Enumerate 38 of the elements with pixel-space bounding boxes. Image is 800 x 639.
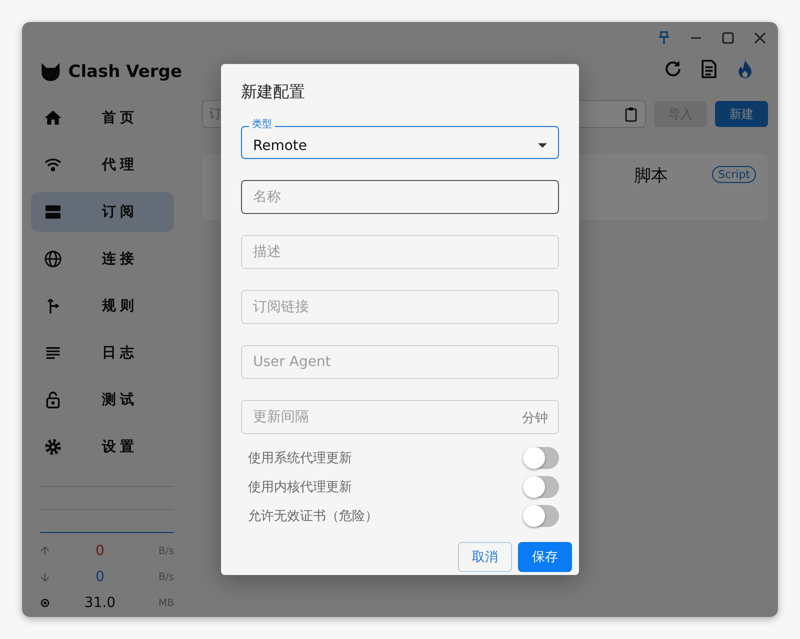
pin-icon[interactable] [656, 30, 672, 46]
save-button[interactable]: 保存 [518, 542, 572, 572]
toggle-switch[interactable] [523, 476, 559, 498]
memory-icon [40, 598, 50, 608]
dialog-title: 新建配置 [241, 82, 306, 103]
memory-usage: 31.0 [83, 595, 117, 611]
cancel-button[interactable]: 取消 [458, 542, 512, 572]
caret-icon [538, 143, 547, 148]
settings-icon [43, 437, 63, 457]
upload-speed: 0 [94, 543, 106, 559]
nav-item[interactable]: 代理 [31, 145, 174, 185]
nav-item[interactable]: 订阅 [31, 192, 174, 232]
app-name: Clash Verge [68, 62, 182, 82]
maximize-icon[interactable] [720, 30, 736, 46]
nav-item[interactable]: 连接 [31, 239, 174, 279]
input-field[interactable]: 名称 [241, 180, 559, 214]
card-text: 脚本 [634, 165, 668, 187]
clipboard-icon[interactable] [623, 106, 639, 122]
nav-item[interactable]: 测试 [31, 380, 174, 420]
toggle-label: 使用内核代理更新 [248, 479, 352, 496]
field-label: 类型 [249, 119, 275, 131]
up-arrow-icon [40, 546, 50, 556]
script-tag: Script [712, 166, 756, 183]
toggle-label: 允许无效证书（危险） [248, 508, 378, 525]
nav-item[interactable]: 日志 [31, 333, 174, 373]
close-icon[interactable] [752, 30, 768, 46]
globe-icon [43, 249, 63, 269]
toggle-switch[interactable] [523, 505, 559, 527]
toggle-switch[interactable] [523, 447, 559, 469]
nav-item[interactable]: 设置 [31, 427, 174, 467]
new-button[interactable]: 新建 [715, 101, 768, 127]
cat-logo-icon [40, 60, 62, 84]
download-speed: 0 [94, 569, 106, 585]
toggle-label: 使用系统代理更新 [248, 450, 352, 467]
unit-label: 分钟 [522, 410, 548, 427]
down-arrow-icon [40, 572, 50, 582]
nav-item[interactable]: 首页 [31, 98, 174, 138]
nav-item[interactable]: 规则 [31, 286, 174, 326]
